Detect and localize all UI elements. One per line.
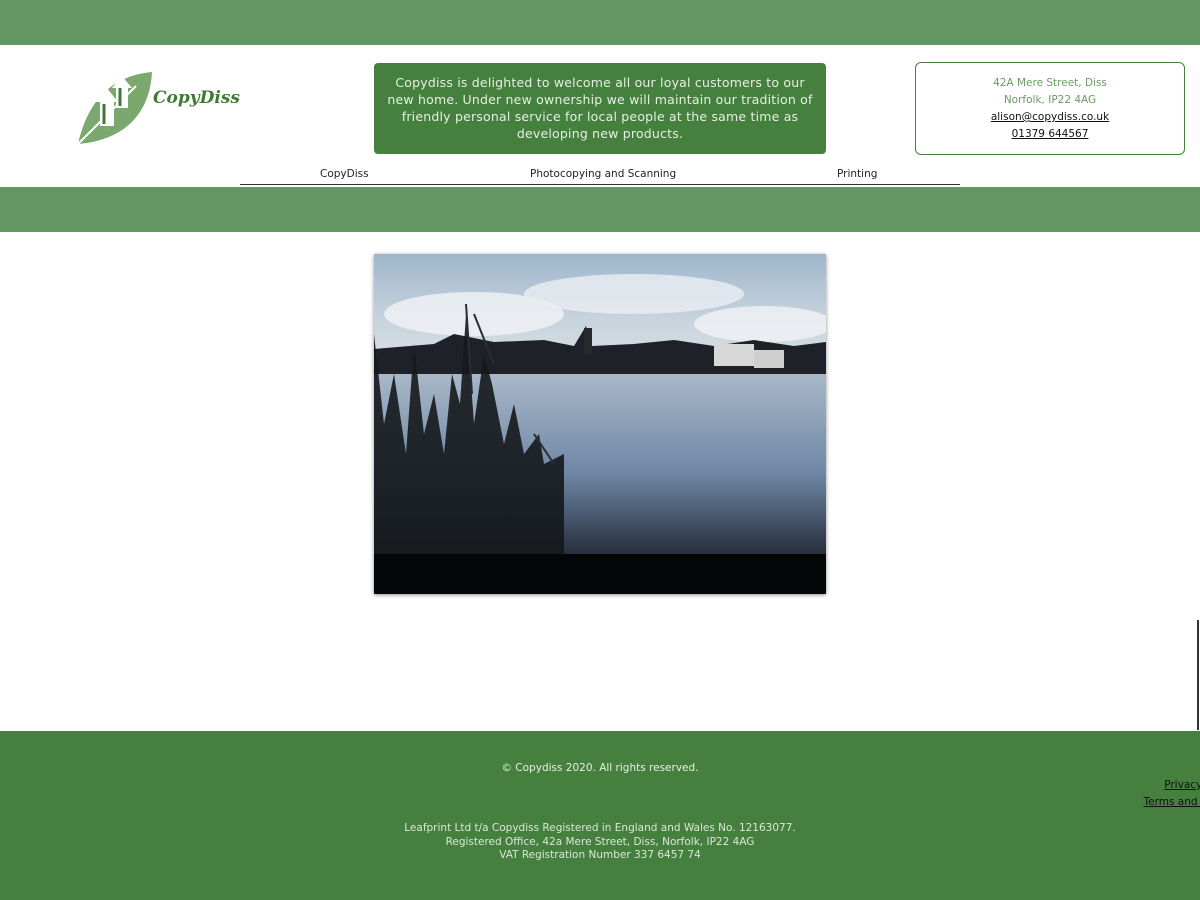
nav-item-photocopying[interactable]: Photocopying and Scanning bbox=[530, 168, 676, 180]
scroll-edge-line bbox=[1197, 620, 1199, 730]
welcome-banner: Copydiss is delighted to welcome all our… bbox=[374, 63, 826, 154]
footer: © Copydiss 2020. All rights reserved. Pr… bbox=[0, 731, 1200, 900]
terms-link[interactable]: Terms and Conditions bbox=[600, 796, 1200, 808]
logo-text: CopyDiss bbox=[153, 88, 240, 108]
hero-image bbox=[374, 254, 826, 594]
footer-registration: Leafprint Ltd t/a Copydiss Registered in… bbox=[0, 822, 1200, 863]
footer-reg-line-2: Registered Office, 42a Mere Street, Diss… bbox=[445, 835, 755, 848]
leaf-arrows-logo-icon bbox=[77, 72, 152, 145]
address-line-1: 42A Mere Street, Diss bbox=[993, 77, 1107, 89]
nav-item-printing[interactable]: Printing bbox=[837, 168, 877, 180]
top-banner-bar bbox=[0, 0, 1200, 45]
contact-box: 42A Mere Street, Diss Norfolk, IP22 4AG … bbox=[915, 62, 1185, 155]
address-line-2: Norfolk, IP22 4AG bbox=[1003, 94, 1097, 106]
middle-banner-bar bbox=[0, 187, 1200, 232]
nav-item-copydiss[interactable]: CopyDiss bbox=[320, 168, 369, 180]
footer-copyright: © Copydiss 2020. All rights reserved. bbox=[501, 762, 699, 774]
privacy-policy-link[interactable]: Privacy Policy bbox=[600, 779, 1200, 791]
email-link[interactable]: alison@copydiss.co.uk bbox=[916, 109, 1184, 126]
phone-link[interactable]: 01379 644567 bbox=[916, 126, 1184, 143]
footer-reg-line-3: VAT Registration Number 337 6457 74 bbox=[499, 849, 701, 861]
logo[interactable]: CopyDiss bbox=[76, 68, 240, 148]
mere-lake-reeds-photo bbox=[374, 254, 826, 594]
main-nav: CopyDiss Photocopying and Scanning Print… bbox=[240, 166, 960, 185]
footer-reg-line-1: Leafprint Ltd t/a Copydiss Registered in… bbox=[404, 822, 796, 834]
